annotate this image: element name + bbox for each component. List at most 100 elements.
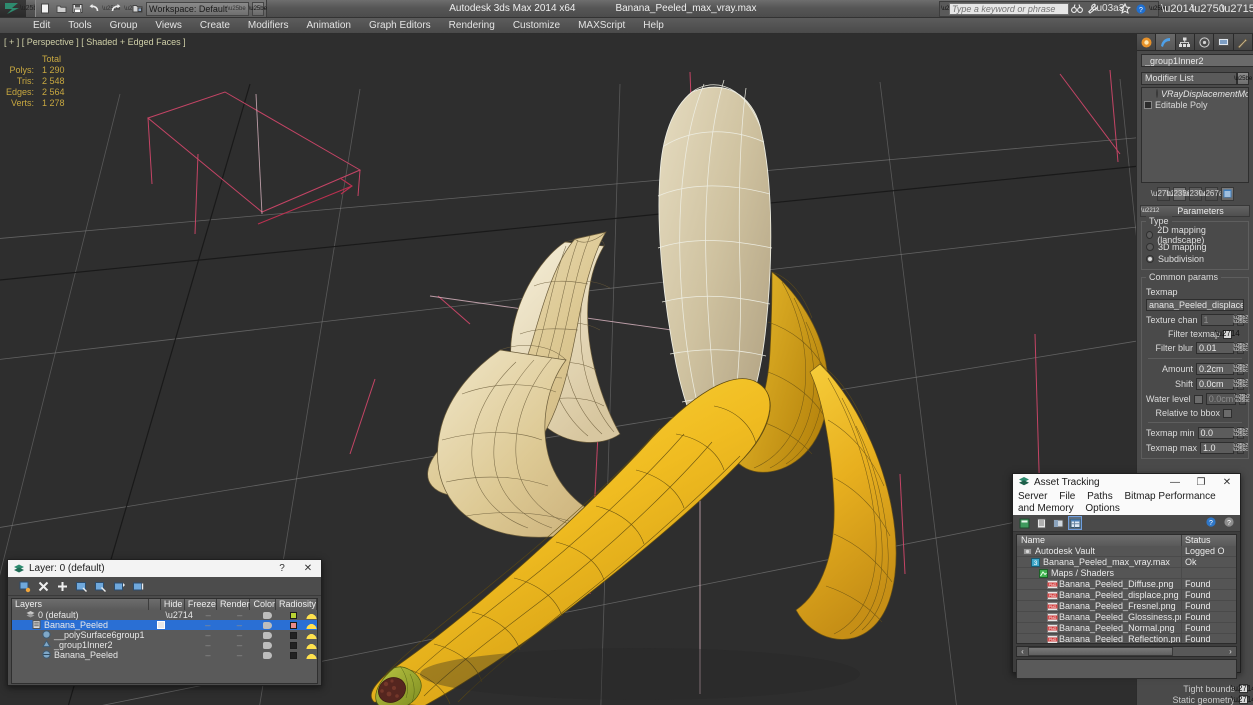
column-freeze[interactable]: Freeze [185, 599, 217, 610]
menu-item-group[interactable]: Group [101, 18, 147, 34]
table-row[interactable]: __polySurface6group1 --- --- [12, 629, 317, 640]
asset-list[interactable]: Name Status Autodesk Vault Logged O 3 Ba… [1016, 534, 1237, 644]
color-swatch[interactable] [289, 651, 297, 659]
water-level-checkbox[interactable]: \u2714 [1193, 394, 1203, 404]
utilities-tab[interactable] [1233, 34, 1253, 50]
hide-toggle[interactable]: --- [237, 611, 243, 620]
menu-item-customize[interactable]: Customize [504, 18, 569, 34]
column-color[interactable]: Color [250, 599, 276, 610]
radiosity-icon[interactable] [305, 641, 317, 649]
help-blue-icon[interactable]: ? [1205, 516, 1217, 531]
layer-close-button[interactable]: ✕ [295, 560, 321, 577]
column-hide[interactable]: Hide [161, 599, 185, 610]
create-tab[interactable] [1137, 34, 1157, 50]
menu-item-modifiers[interactable]: Modifiers [239, 18, 298, 34]
column-status[interactable]: Status [1182, 535, 1236, 546]
tree-view-button[interactable] [1052, 517, 1064, 529]
modifier-list-dropdown[interactable]: Modifier List \u25be [1141, 72, 1252, 85]
render-toggle-icon[interactable] [263, 651, 273, 659]
scroll-right-button[interactable]: › [1225, 647, 1236, 656]
hide-unhide-layer-button[interactable] [132, 580, 145, 593]
layer-selected-marker[interactable] [156, 621, 165, 629]
table-row[interactable]: PNG Banana_Peeled_displace.png Found [1017, 589, 1236, 601]
spinner-icon[interactable]: \u25b2 \u25bc [1235, 393, 1250, 405]
radiosity-icon[interactable] [306, 621, 317, 629]
delete-layer-button[interactable] [37, 580, 50, 593]
menu-item-create[interactable]: Create [191, 18, 239, 34]
search-input[interactable] [949, 2, 1069, 15]
details-view-button[interactable] [1068, 516, 1082, 530]
help-dropdown-icon[interactable]: \u25be [1149, 6, 1167, 12]
color-swatch[interactable] [289, 631, 297, 639]
radiosity-icon[interactable] [305, 631, 317, 639]
water-level-field[interactable]: 0.0cm [1205, 393, 1236, 405]
refresh-assets-button[interactable] [1018, 517, 1030, 529]
viewport-label[interactable]: [ + ] [ Perspective ] [ Shaded + Edged F… [4, 37, 186, 47]
filter-texmap-checkbox[interactable]: \u2714 [1215, 329, 1240, 339]
radiosity-icon[interactable] [305, 651, 317, 659]
table-row[interactable]: PNG Banana_Peeled_Reflection.png Found [1017, 633, 1236, 643]
tight-bounds-checkbox[interactable]: \u2714 [1231, 684, 1253, 693]
object-name-field[interactable] [1141, 54, 1253, 67]
table-row[interactable]: 3 Banana_Peeled_max_vray.max Ok [1017, 556, 1236, 568]
modify-tab[interactable] [1156, 34, 1176, 50]
table-row[interactable]: PNG Banana_Peeled_Glossiness.png Found [1017, 611, 1236, 623]
sigma-icon[interactable]: \u03a3 [1094, 2, 1125, 16]
menu-item-help[interactable]: Help [634, 18, 673, 34]
menu-item-graph-editors[interactable]: Graph Editors [360, 18, 440, 34]
star-icon[interactable] [1117, 2, 1133, 16]
relative-to-bbox-checkbox[interactable]: \u2714 [1223, 408, 1232, 418]
infocenter-expand-icon[interactable]: \u25b8 [941, 6, 959, 12]
close-button[interactable]: \u2715 [1221, 0, 1253, 18]
radio-subdivision[interactable]: Subdivision [1146, 253, 1244, 265]
select-highlighted-objects-button[interactable] [94, 580, 107, 593]
table-row[interactable]: Maps / Shaders [1017, 567, 1236, 579]
minimize-button[interactable]: \u2014 [1161, 0, 1195, 18]
maximize-button[interactable]: \u2750 [1191, 0, 1225, 18]
spinner-icon[interactable]: \u25b2 \u25bc [1233, 314, 1248, 326]
menu-item-maxscript[interactable]: MAXScript [569, 18, 634, 34]
workspace-dropdown-button[interactable]: \u25be [249, 1, 267, 16]
redo-dropdown-icon[interactable]: \u25be [124, 6, 142, 12]
app-menu-chevron-icon[interactable]: \u25be [20, 5, 41, 12]
freeze-toggle[interactable]: --- [205, 621, 211, 630]
layer-help-button[interactable]: ? [269, 560, 295, 577]
undo-button[interactable] [86, 1, 101, 16]
shift-field[interactable]: 0.0cm [1196, 378, 1234, 390]
motion-tab[interactable] [1194, 34, 1215, 50]
asset-maximize-button[interactable]: ❐ [1188, 474, 1214, 491]
hide-toggle[interactable]: --- [237, 631, 243, 640]
create-new-layer-button[interactable] [18, 580, 31, 593]
column-radiosity[interactable]: Radiosity [276, 599, 317, 610]
display-tab[interactable] [1214, 34, 1234, 50]
texture-chan-field[interactable]: 1 [1200, 314, 1234, 326]
spinner-icon[interactable]: \u25b2 \u25bc [1233, 427, 1248, 439]
menu-item-server[interactable]: Server [1018, 491, 1047, 502]
table-row[interactable]: PNG Banana_Peeled_Normal.png Found [1017, 622, 1236, 634]
layer-list[interactable]: Layers Hide Freeze Render Color Radiosit… [11, 598, 318, 684]
remove-modifier-button[interactable]: \u267a [1199, 186, 1223, 201]
color-swatch[interactable] [289, 611, 297, 619]
freeze-toggle[interactable]: --- [205, 611, 211, 620]
texmap-min-field[interactable]: 0.0 [1197, 427, 1234, 439]
table-row[interactable]: Banana_Peeled --- --- [12, 619, 317, 630]
radio-2d-mapping[interactable]: 2D mapping (landscape) [1146, 225, 1244, 245]
chevron-down-icon[interactable]: \u25be [1234, 72, 1252, 85]
menu-item-edit[interactable]: Edit [24, 18, 59, 34]
set-project-folder-button[interactable] [130, 1, 145, 16]
hierarchy-tab[interactable] [1175, 34, 1195, 50]
hide-toggle[interactable]: --- [237, 651, 243, 660]
sub-object-expand-icon[interactable] [1144, 100, 1152, 109]
binoculars-icon[interactable] [1069, 2, 1085, 16]
filter-blur-field[interactable]: 0.01 [1196, 342, 1234, 354]
asset-close-button[interactable]: ✕ [1214, 474, 1240, 491]
spinner-icon[interactable]: \u25b2 \u25bc [1233, 442, 1248, 454]
freeze-toggle[interactable]: --- [205, 631, 211, 640]
table-row[interactable]: PNG Banana_Peeled_Fresnel.png Found [1017, 600, 1236, 612]
column-render[interactable]: Render [217, 599, 251, 610]
color-swatch[interactable] [289, 641, 297, 649]
render-toggle-icon[interactable] [263, 641, 273, 649]
table-row[interactable]: 0 (default) \u2714 --- --- [12, 610, 317, 620]
new-file-button[interactable] [38, 1, 53, 16]
texmap-max-field[interactable]: 1.0 [1200, 442, 1234, 454]
